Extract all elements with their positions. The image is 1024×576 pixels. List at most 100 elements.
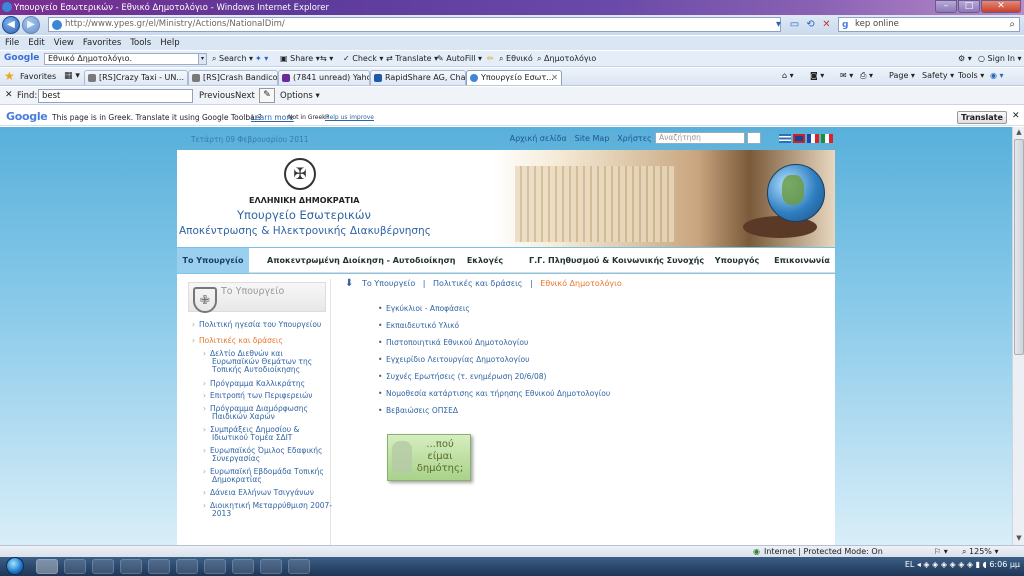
nav-decentralized-admin[interactable]: Αποκεντρωμένη Διοίκηση - Αυτοδιοίκηση — [267, 248, 456, 273]
taskbar-folder[interactable] — [64, 559, 86, 574]
taskbar-app-8[interactable] — [288, 559, 310, 574]
sidebar-item-policies[interactable]: › Πολιτικές και δράσεις — [192, 336, 283, 345]
help-improve-link[interactable]: Help us improve — [325, 114, 374, 121]
sidebar-item-admin-reform-cont[interactable]: 2013 — [212, 509, 231, 518]
menu-help[interactable]: Help — [160, 38, 179, 48]
highlight-icon[interactable]: ✏ — [487, 54, 494, 63]
check-button[interactable]: ✓ Check ▾ — [343, 54, 383, 63]
translate-button[interactable]: Translate — [957, 111, 1007, 124]
menu-edit[interactable]: Edit — [28, 38, 44, 48]
flag-greek-icon[interactable] — [779, 134, 791, 143]
sitemap-link[interactable]: Site Map — [575, 134, 610, 143]
stop-icon[interactable]: ✕ — [820, 18, 833, 31]
tab-ypes-active[interactable]: Υπουργείο Εσωτ... ✕ — [466, 70, 562, 85]
nav-contact[interactable]: Επικοινωνία — [772, 248, 832, 273]
search-box[interactable]: g kep online ⌕ — [838, 17, 1020, 32]
start-button[interactable] — [6, 557, 24, 575]
taskbar-app-7[interactable] — [260, 559, 282, 574]
quick-tabs-icon[interactable]: ▦ ▾ — [64, 71, 80, 81]
flag-english-icon[interactable] — [793, 134, 805, 143]
clock[interactable]: 6:06 μμ — [989, 560, 1020, 569]
autofill-button[interactable]: ✎ AutoFill ▾ — [437, 54, 482, 63]
google-search-input[interactable]: Εθνικό Δημοτολόγιο. ▾ — [44, 53, 207, 65]
tab-yahoo-mail[interactable]: (7841 unread) Yaho... — [278, 70, 370, 85]
taskbar-app-6[interactable] — [232, 559, 254, 574]
url-field[interactable]: http://www.ypes.gr/el/Ministry/Actions/N… — [48, 17, 781, 32]
share-button[interactable]: ▣ Share ▾ — [280, 54, 320, 63]
find-options-menu[interactable]: Options ▾ — [280, 91, 320, 101]
help-icon[interactable]: ◉ ▾ — [990, 71, 1004, 80]
nav-population[interactable]: Γ.Γ. Πληθυσμού & Κοινωνικής Συνοχής — [529, 248, 704, 273]
maximize-button[interactable]: □ — [958, 0, 980, 13]
home-link[interactable]: Αρχική σελίδα — [510, 134, 567, 143]
taskbar-app-2[interactable] — [120, 559, 142, 574]
rss-icon[interactable]: ◙ ▾ — [810, 71, 824, 80]
taskbar-app-1[interactable] — [92, 559, 114, 574]
translate-button[interactable]: ⇄ Translate ▾ — [386, 54, 438, 63]
nav-ministry[interactable]: Το Υπουργείο — [177, 248, 249, 273]
site-search-input[interactable]: Αναζήτηση — [655, 132, 745, 144]
link-circulars[interactable]: Εγκύκλιοι - Αποφάσεις — [378, 304, 470, 313]
close-button[interactable]: ✕ — [981, 0, 1021, 13]
tools-menu[interactable]: Tools ▾ — [958, 71, 984, 80]
find-next-button[interactable]: Next — [235, 91, 255, 101]
link-manual[interactable]: Εγχειρίδιο Λειτουργίας Δημοτολογίου — [378, 355, 529, 364]
menu-file[interactable]: File — [5, 38, 19, 48]
language-indicator[interactable]: EL — [905, 560, 915, 569]
taskbar-app-3[interactable] — [148, 559, 170, 574]
minimize-button[interactable]: – — [935, 0, 957, 13]
sidebar-item-bulletin-cont[interactable]: Τοπικής Αυτοδιοίκησης — [212, 365, 300, 374]
pagerank-icon[interactable]: ⇆ ▾ — [320, 54, 333, 63]
sidebar-item-leadership[interactable]: › Πολιτική ηγεσία του Υπουργείου — [192, 320, 321, 329]
find-input[interactable]: best — [38, 89, 193, 103]
sidebar-item-roma-loans[interactable]: › Δάνεια Ελλήνων Τσιγγάνων — [203, 488, 314, 497]
close-tab-icon[interactable]: ✕ — [551, 71, 558, 84]
back-button[interactable]: ◀ — [2, 16, 20, 34]
breadcrumb-ministry[interactable]: Το Υπουργείο — [362, 279, 415, 288]
sidebar-item-regions[interactable]: › Επιτροπή των Περιφερειών — [203, 391, 313, 400]
link-certifications-opsed[interactable]: Βεβαιώσεις ΟΠΣΕΔ — [378, 406, 458, 415]
link-legislation[interactable]: Νομοθεσία κατάρτισης και τήρησης Εθνικού… — [378, 389, 610, 398]
home-icon[interactable]: ⌂ ▾ — [782, 71, 794, 80]
tab-rapidshare[interactable]: RapidShare AG, Cha... — [370, 70, 466, 85]
close-find-icon[interactable]: ✕ — [5, 90, 13, 100]
vertical-scrollbar[interactable]: ▲ ▼ — [1012, 127, 1024, 545]
link-training-material[interactable]: Εκπαιδευτικό Υλικό — [378, 321, 459, 330]
tray-icons[interactable]: ◂ ◈ ◈ ◈ ◈ ◈ ◈ ▮ ◖ — [917, 560, 989, 569]
page-menu[interactable]: Page ▾ — [889, 71, 915, 80]
nav-minister[interactable]: Υπουργός — [712, 248, 762, 273]
refresh-icon[interactable]: ⟲ — [804, 18, 817, 31]
search-term-ethniko[interactable]: ⌕ Εθνικό — [499, 54, 533, 64]
menu-tools[interactable]: Tools — [130, 38, 151, 48]
sidebar-item-egtc-cont[interactable]: Συνεργασίας — [212, 454, 260, 463]
find-previous-button[interactable]: Previous — [199, 91, 235, 101]
favorites-button[interactable]: Favorites — [20, 72, 56, 81]
menu-favorites[interactable]: Favorites — [83, 38, 121, 48]
sidebar-item-ppp-cont[interactable]: Ιδιωτικού Τομέα ΣΔΙΤ — [212, 433, 292, 442]
zoom-control[interactable]: ⌕ 125% ▾ — [962, 547, 998, 557]
scroll-up-icon[interactable]: ▲ — [1014, 128, 1024, 138]
scrollbar-thumb[interactable] — [1014, 139, 1024, 355]
url-dropdown-icon[interactable]: ▾ — [772, 18, 785, 31]
google-search-button[interactable]: ⌕ Search ▾ — [212, 54, 253, 64]
safety-menu[interactable]: Safety ▾ — [922, 71, 954, 80]
highlight-matches-icon[interactable]: ✎ — [259, 88, 275, 103]
sidebar-item-playgrounds-cont[interactable]: Παιδικών Χαρών — [212, 412, 275, 421]
menu-view[interactable]: View — [54, 38, 74, 48]
bookmark-icon[interactable]: ✦ ▾ — [255, 54, 268, 63]
link-certificates[interactable]: Πιστοποιητικά Εθνικού Δημοτολογίου — [378, 338, 528, 347]
where-am-i-citizen-banner[interactable]: ...πού είμαι δημότης; — [387, 434, 471, 481]
favorites-star-icon[interactable]: ★ — [4, 70, 15, 82]
tools-icon[interactable]: ⚙ ▾ — [958, 54, 972, 63]
tab-crash-bandicoot[interactable]: [RS]Crash Bandicoo... — [188, 70, 278, 85]
print-icon[interactable]: ⎙ ▾ — [860, 71, 873, 81]
search-term-dimotologio[interactable]: ⌕ Δημοτολόγιο — [537, 54, 596, 64]
flag-french-icon[interactable] — [807, 134, 819, 143]
compatibility-icon[interactable]: ▭ — [788, 18, 801, 31]
taskbar-ie[interactable] — [36, 559, 58, 574]
protected-mode-icon[interactable]: ⚐ ▾ — [934, 547, 948, 556]
sidebar-item-kallikratis[interactable]: › Πρόγραμμα Καλλικράτης — [203, 379, 305, 388]
sidebar-item-democracy-week-cont[interactable]: Δημοκρατίας — [212, 475, 262, 484]
search-icon[interactable]: ⌕ — [1009, 18, 1015, 31]
users-link[interactable]: Χρήστες — [617, 134, 652, 143]
